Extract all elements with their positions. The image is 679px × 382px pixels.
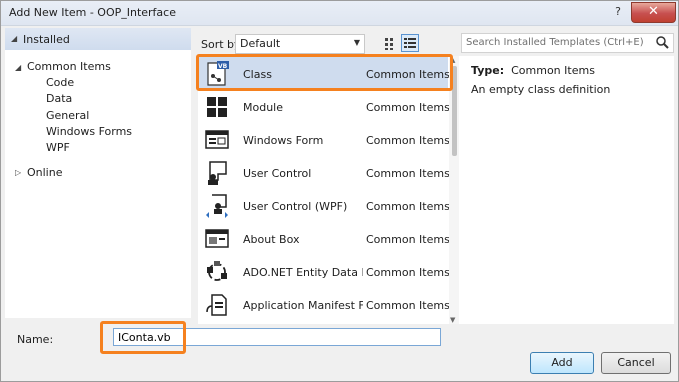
template-row-manifest-file[interactable]: Application Manifest File Common Items [198,288,450,321]
template-row-entity-data-model[interactable]: ADO.NET Entity Data Mo... Common Items [198,255,450,288]
close-button[interactable]: ✕ [631,2,676,23]
windows-form-icon [204,127,230,153]
template-name: Windows Form [243,134,324,147]
template-row-about-box[interactable]: About Box Common Items [198,222,450,255]
vb-class-icon: VB [204,61,230,87]
module-icon [204,94,230,120]
tree-item-wpf[interactable]: WPF [46,141,70,154]
template-info-panel: Type: Common Items An empty class defini… [459,56,674,324]
template-name: Application Manifest File [243,299,363,312]
tree-item-label: Installed [23,33,70,46]
sort-by-value: Default [240,37,281,50]
tree-item-windows-forms[interactable]: Windows Forms [46,125,132,138]
expanded-triangle-icon[interactable]: ◢ [15,63,21,72]
template-list-scrollbar[interactable]: ▲ ▼ [449,56,459,324]
small-icons-view-icon[interactable] [381,34,399,52]
template-name: User Control [243,167,312,180]
sort-bar: Sort by: Default ▼ [197,32,447,54]
tree-item-general[interactable]: General [46,109,89,122]
template-name: About Box [243,233,300,246]
template-category: Common Items [366,266,450,279]
tree-item-label: Common Items [27,60,111,73]
scrollbar-thumb[interactable] [452,66,457,156]
window-title: Add New Item - OOP_Interface [9,6,176,19]
template-category: Common Items [366,167,450,180]
add-button[interactable]: Add [530,352,594,374]
user-control-icon [204,160,230,186]
dialog-content: ◢ Installed ◢ Common Items Code Data Gen… [1,26,678,381]
tree-item-installed[interactable]: ◢ Installed [5,28,191,50]
tree-item-label: Online [27,166,63,179]
type-value: Common Items [511,64,595,77]
template-name: User Control (WPF) [243,200,348,213]
template-list: VB Class Common Items Module Common Item… [198,56,460,324]
template-category: Common Items [366,101,450,114]
add-new-item-dialog: Add New Item - OOP_Interface ? ✕ ◢ Insta… [0,0,679,382]
template-type: Type: Common Items [471,64,595,77]
chevron-down-icon: ▼ [353,38,360,47]
template-category: Common Items [366,200,450,213]
search-icon[interactable] [655,35,671,51]
list-view-icon[interactable] [401,34,419,52]
template-row-module[interactable]: Module Common Items [198,90,450,123]
template-category: Common Items [366,68,450,81]
scroll-down-icon[interactable]: ▼ [450,316,455,324]
template-description: An empty class definition [471,83,611,96]
type-label: Type: [471,64,505,77]
template-name: ADO.NET Entity Data Mo... [243,266,363,279]
template-category: Common Items [366,299,450,312]
svg-text:VB: VB [218,63,228,70]
template-name: Module [243,101,283,114]
about-box-icon [204,226,230,252]
search-placeholder: Search Installed Templates (Ctrl+E) [466,37,644,48]
template-row-user-control-wpf[interactable]: User Control (WPF) Common Items [198,189,450,222]
cancel-button[interactable]: Cancel [601,352,671,374]
manifest-file-icon [204,292,230,318]
template-category: Common Items [366,233,450,246]
name-field[interactable] [113,328,441,346]
name-label: Name: [17,333,54,346]
search-input[interactable]: Search Installed Templates (Ctrl+E) [461,33,674,53]
template-name: Class [243,68,272,81]
wpf-user-control-icon [204,193,230,219]
title-bar: Add New Item - OOP_Interface ? ✕ [1,1,678,26]
expanded-triangle-icon[interactable]: ◢ [11,34,17,43]
help-button[interactable]: ? [607,4,629,20]
tree-item-data[interactable]: Data [46,92,72,105]
tree-item-code[interactable]: Code [46,76,74,89]
template-row-windows-form[interactable]: Windows Form Common Items [198,123,450,156]
sort-by-select[interactable]: Default ▼ [235,34,365,54]
entity-data-model-icon [204,259,230,285]
scroll-up-icon[interactable]: ▲ [450,56,455,64]
template-tree: ◢ Installed ◢ Common Items Code Data Gen… [5,28,191,318]
collapsed-triangle-icon[interactable]: ▷ [15,168,21,177]
template-category: Common Items [366,134,450,147]
template-row-user-control[interactable]: User Control Common Items [198,156,450,189]
template-row-class[interactable]: VB Class Common Items [198,57,450,90]
